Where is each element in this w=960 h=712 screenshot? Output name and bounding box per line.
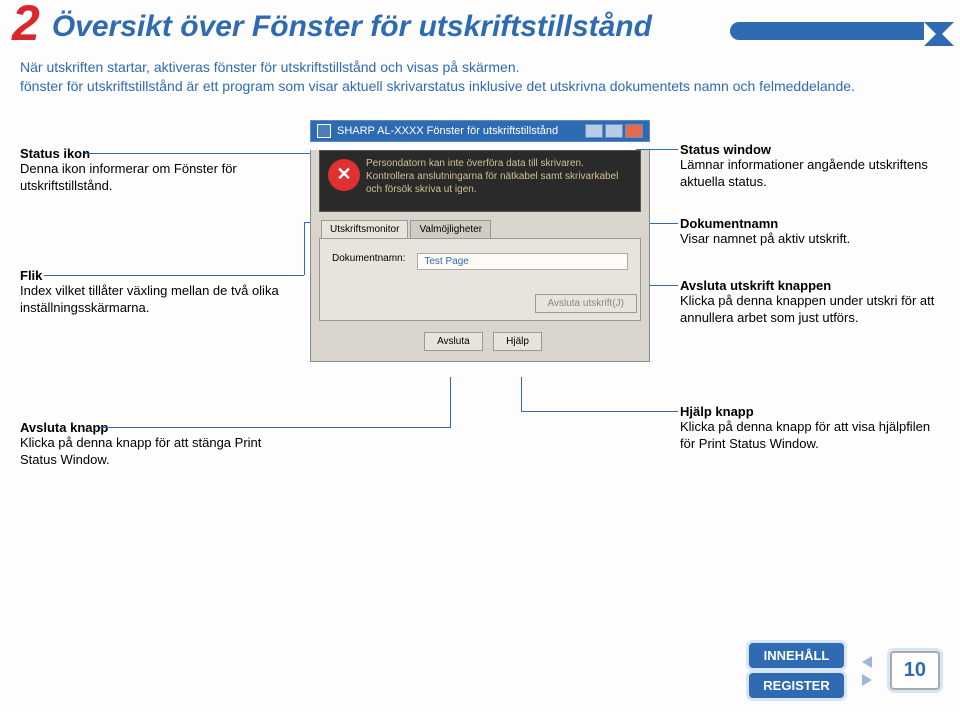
callout-title: Status window [680,142,940,157]
leader-line [521,411,678,412]
close-icon[interactable] [625,124,643,138]
intro-line-1: När utskriften startar, aktiveras fönste… [20,58,940,77]
callout-body: Klicka på denna knappen under utskri för… [680,293,940,327]
callout-title: Avsluta utskrift knappen [680,278,940,293]
status-message-box: ✕ Persondatorn kan inte överföra data ti… [319,150,641,212]
callout-title: Hjälp knapp [680,404,940,419]
print-status-window: SHARP AL-XXXX Fönster för utskriftstills… [310,120,650,362]
window-titlebar[interactable]: SHARP AL-XXXX Fönster för utskriftstills… [310,120,650,142]
callout-body: Index vilket tillåter växling mellan de … [20,283,280,317]
callout-dokumentnamn: Dokumentnamn Visar namnet på aktiv utskr… [680,216,940,248]
callout-status-window: Status window Lämnar informationer angåe… [680,142,940,191]
document-row: Dokumentnamn: Test Page [332,253,628,270]
callout-body: Denna ikon informerar om Fönster för uts… [20,161,280,195]
window-body: ✕ Persondatorn kan inte överföra data ti… [310,150,650,362]
status-message-text: Persondatorn kan inte överföra data till… [366,158,618,195]
minimize-icon[interactable] [585,124,603,138]
leader-line [85,153,332,154]
tab-valmojligheter[interactable]: Valmöjligheter [410,220,491,238]
callout-body: Visar namnet på aktiv utskrift. [680,231,940,248]
leader-line [521,377,522,412]
document-label: Dokumentnamn: [332,253,405,270]
app-icon [317,124,331,138]
chapter-number: 2 [12,0,40,48]
error-icon: ✕ [328,159,360,191]
prev-page-icon[interactable] [862,656,872,668]
callout-body: Klicka på denna knapp för att stänga Pri… [20,435,280,469]
tab-strip: Utskriftsmonitor Valmöjligheter [311,220,649,238]
banner-stripe [730,22,924,40]
page-number: 10 [890,651,940,690]
maximize-icon[interactable] [605,124,623,138]
callout-avsluta-utskrift: Avsluta utskrift knappen Klicka på denna… [680,278,940,327]
leader-line [304,222,305,275]
callout-body: Lämnar informationer angående utskriften… [680,157,940,191]
document-name-field: Test Page [417,253,628,270]
callout-hjalp: Hjälp knapp Klicka på denna knapp för at… [680,404,940,453]
close-button[interactable]: Avsluta [424,332,483,351]
window-title: SHARP AL-XXXX Fönster för utskriftstills… [337,125,585,137]
leader-line [450,377,451,428]
diagram-area: Status ikon Denna ikon informerar om Fön… [0,120,960,550]
callout-body: Klicka på denna knapp för att visa hjälp… [680,419,940,453]
leader-line [100,427,450,428]
banner-swoosh [924,16,960,52]
contents-button[interactable]: INNEHÅLL [749,643,843,668]
callout-title: Dokumentnamn [680,216,940,231]
next-page-icon[interactable] [862,674,872,686]
footer-nav: INNEHÅLL REGISTER 10 [749,643,940,698]
chapter-title: Översikt över Fönster för utskriftstills… [52,10,652,44]
page-nav-arrows [862,656,872,686]
tab-utskriftsmonitor[interactable]: Utskriftsmonitor [321,220,408,238]
leader-line [44,275,304,276]
intro-text: När utskriften startar, aktiveras fönste… [0,48,960,96]
help-button[interactable]: Hjälp [493,332,542,351]
register-button[interactable]: REGISTER [749,673,843,698]
intro-line-2: fönster för utskriftstillstånd är ett pr… [20,77,940,96]
cancel-print-button[interactable]: Avsluta utskrift(J) [535,294,638,313]
